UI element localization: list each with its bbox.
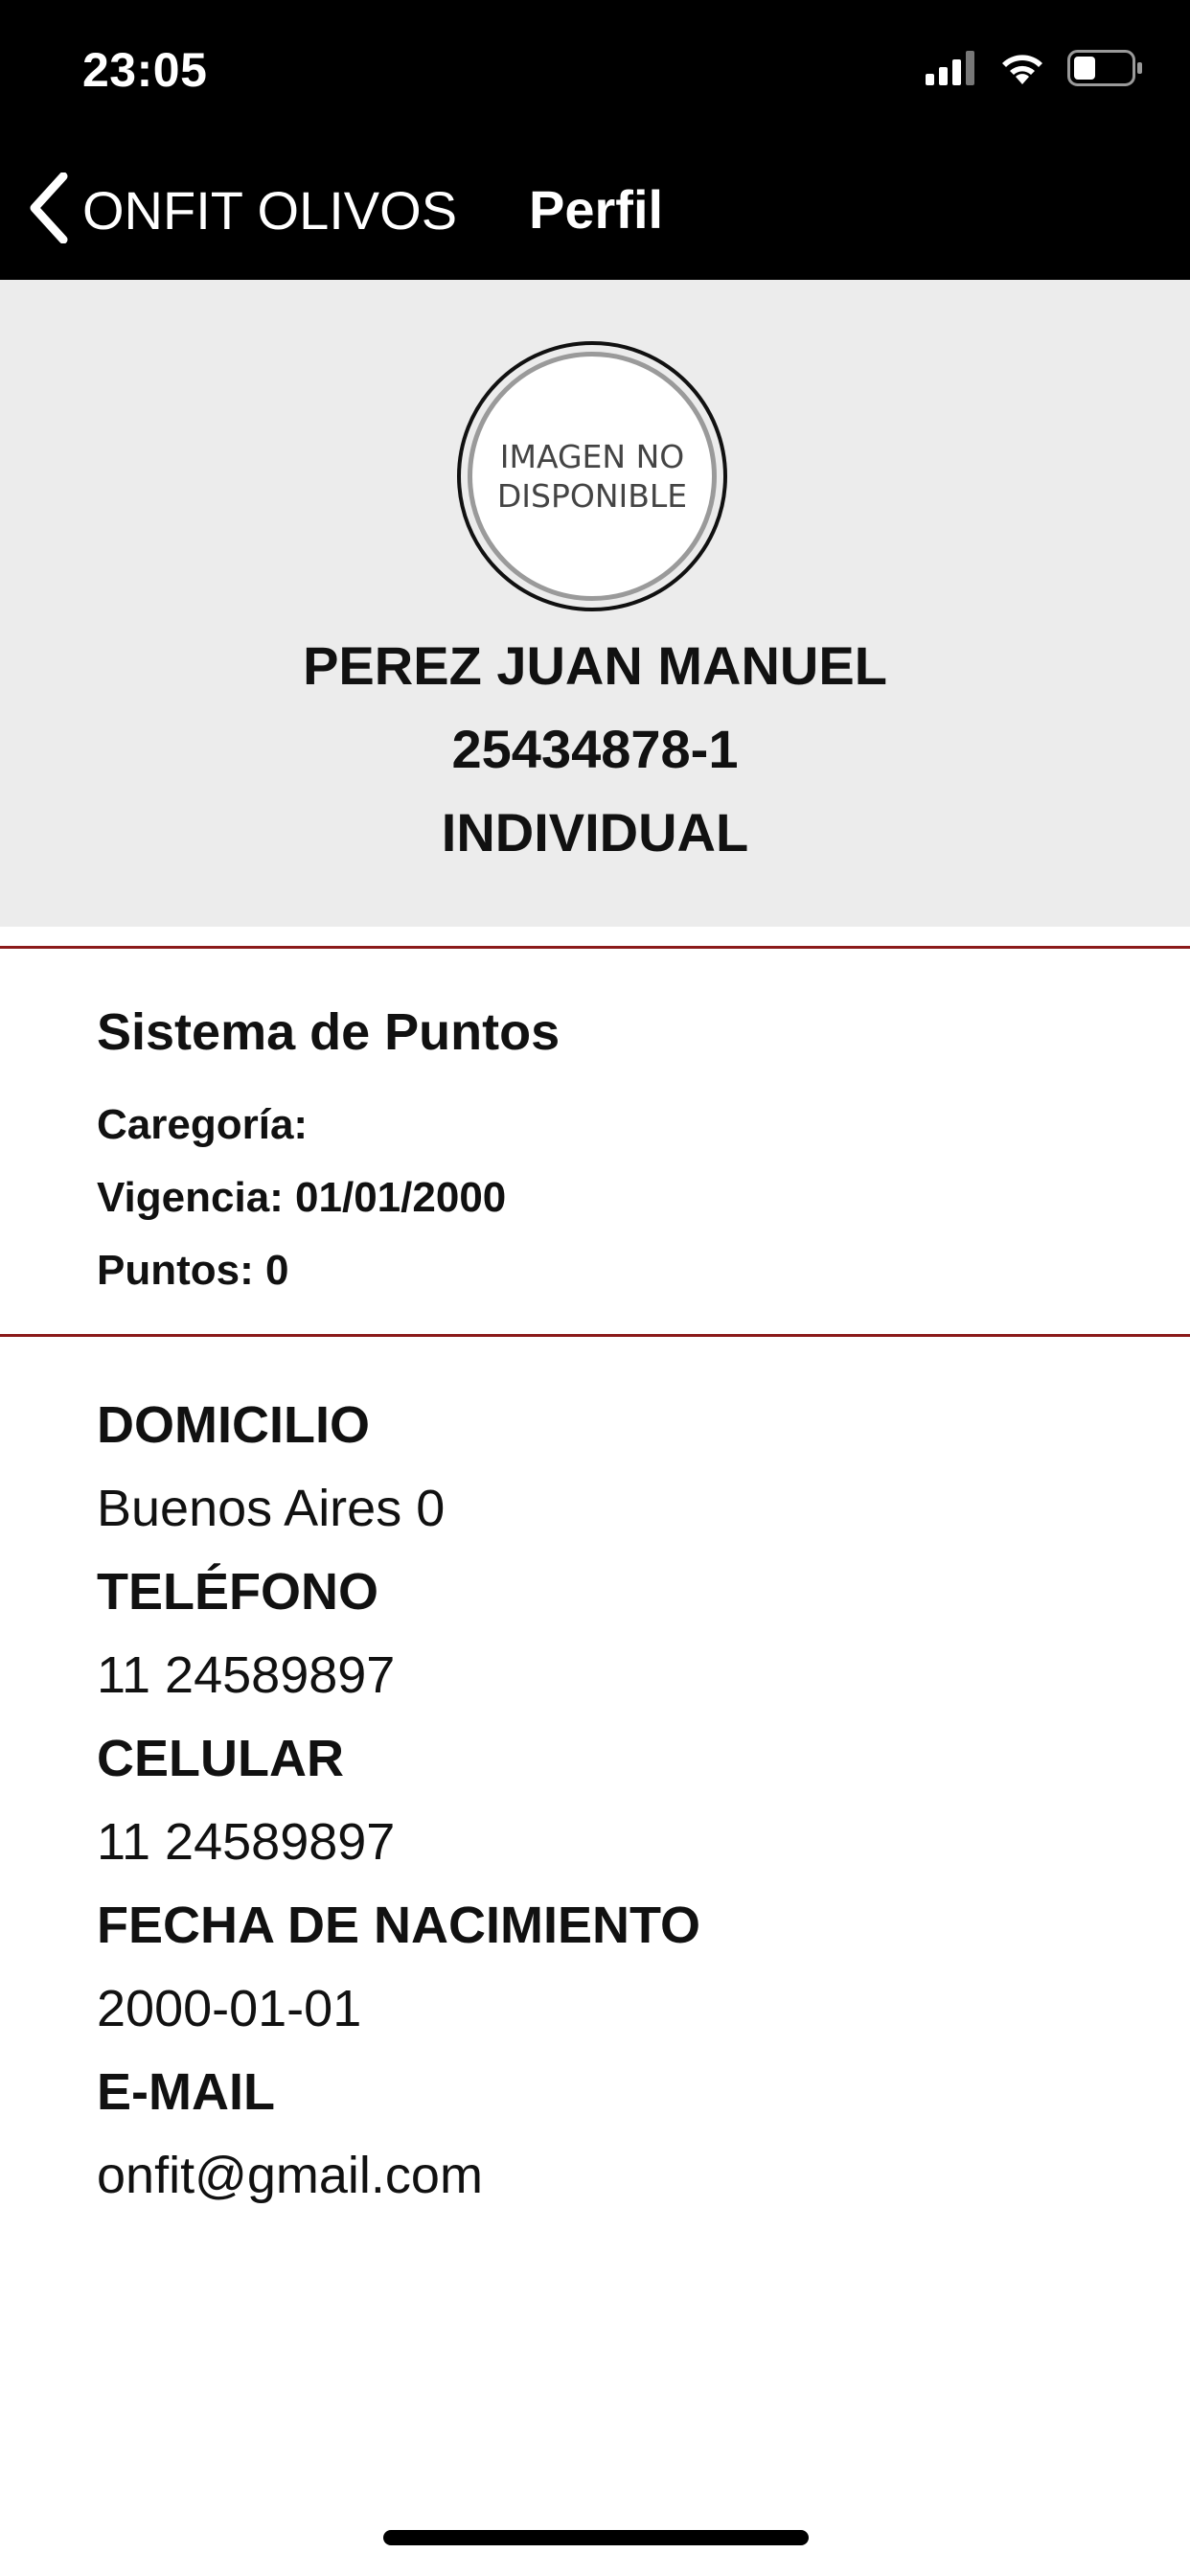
profile-plan: INDIVIDUAL	[441, 802, 749, 862]
mobile-value: 11 24589897	[97, 1813, 396, 1871]
points-balance: Puntos: 0	[97, 1247, 289, 1294]
profile-id: 25434878-1	[451, 719, 739, 779]
wifi-icon	[998, 50, 1046, 91]
signal-icon	[926, 51, 977, 90]
avatar-placeholder-text: IMAGEN NO DISPONIBLE	[496, 438, 688, 515]
points-title: Sistema de Puntos	[97, 1003, 561, 1061]
contact-section: DOMICILIO Buenos Aires 0 TELÉFONO 11 245…	[97, 1384, 700, 2218]
back-button[interactable]: ONFIT OLIVOS	[27, 172, 457, 248]
page-title: Perfil	[529, 179, 664, 240]
avatar-placeholder: IMAGEN NO DISPONIBLE	[468, 352, 717, 601]
profile-name: PEREZ JUAN MANUEL	[303, 635, 887, 696]
profile-header: IMAGEN NO DISPONIBLE PEREZ JUAN MANUEL 2…	[0, 280, 1190, 927]
address-label: DOMICILIO	[97, 1396, 370, 1454]
top-bar: 23:05 ONFIT OLIVOS Perfil	[0, 0, 1190, 280]
divider-bottom	[0, 1334, 1190, 1337]
points-section: Sistema de Puntos Caregoría: Vigencia: 0…	[97, 997, 560, 1307]
phone-label: TELÉFONO	[97, 1563, 378, 1621]
divider-top	[0, 946, 1190, 949]
address-value: Buenos Aires 0	[97, 1480, 446, 1537]
birthdate-value: 2000-01-01	[97, 1980, 362, 2037]
email-label: E-MAIL	[97, 2063, 275, 2121]
points-category: Caregoría:	[97, 1101, 309, 1148]
email-value: onfit@gmail.com	[97, 2147, 483, 2204]
status-icons	[926, 50, 1144, 91]
chevron-left-icon	[27, 172, 69, 248]
home-indicator[interactable]	[383, 2530, 809, 2545]
birthdate-label: FECHA DE NACIMIENTO	[97, 1897, 701, 1954]
status-time: 23:05	[82, 43, 208, 97]
points-validity: Vigencia: 01/01/2000	[97, 1174, 507, 1221]
battery-icon	[1067, 50, 1144, 91]
mobile-label: CELULAR	[97, 1730, 344, 1787]
back-button-label: ONFIT OLIVOS	[82, 180, 458, 241]
avatar: IMAGEN NO DISPONIBLE	[457, 341, 727, 611]
phone-value: 11 24589897	[97, 1646, 396, 1704]
